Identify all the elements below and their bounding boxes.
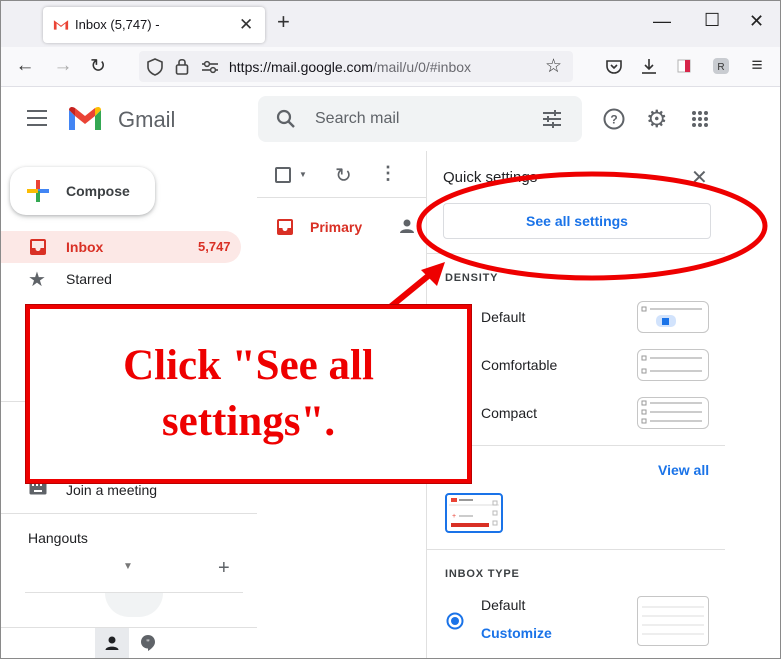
theme-thumbnail[interactable]: + — [445, 493, 503, 533]
panel-divider — [427, 549, 725, 550]
hangouts-heading: Hangouts — [28, 530, 88, 546]
search-options-icon[interactable] — [542, 110, 562, 128]
bookmark-star-icon[interactable]: ☆ — [545, 55, 562, 78]
browser-tab-bar: Inbox (5,747) - ✕ + — ☐ ✕ — [1, 1, 780, 47]
maximize-icon[interactable]: ☐ — [704, 10, 720, 31]
instruction-text: Click "See all settings". — [123, 338, 374, 450]
inbox-type-preview-icon — [642, 606, 704, 635]
sidebar-divider — [1, 627, 257, 628]
customize-link[interactable]: Customize — [481, 625, 552, 641]
search-input[interactable]: Search mail — [315, 110, 399, 128]
density-option-compact[interactable]: Compact — [481, 405, 537, 421]
join-meeting-link[interactable]: Join a meeting — [66, 482, 157, 498]
minimize-icon[interactable]: — — [653, 11, 671, 32]
new-tab-button[interactable]: + — [277, 11, 290, 33]
forward-icon[interactable]: → — [51, 55, 75, 77]
refresh-icon[interactable]: ↻ — [335, 163, 352, 188]
svg-text:+: + — [452, 513, 456, 520]
sidebar-item-label: Inbox — [66, 239, 104, 255]
inbox-type-thumbnail[interactable] — [637, 596, 709, 646]
gmail-logo-icon[interactable] — [67, 105, 103, 132]
sidebar-item-inbox[interactable]: Inbox 5,747 — [1, 231, 241, 263]
svg-text:?: ? — [610, 113, 617, 127]
highlight-ellipse — [416, 171, 768, 281]
density-compact-preview-icon — [641, 400, 702, 424]
instruction-callout: Click "See all settings". — [26, 305, 471, 483]
url-text[interactable]: https://mail.google.com/mail/u/0/#inbox — [229, 59, 471, 75]
hangouts-dropdown-icon[interactable]: ▼ — [123, 561, 133, 572]
svg-text:": " — [146, 638, 150, 647]
density-default-thumbnail[interactable] — [637, 301, 709, 333]
select-dropdown-icon[interactable]: ▼ — [299, 170, 307, 179]
compose-plus-icon — [27, 180, 49, 202]
search-icon[interactable] — [276, 109, 296, 129]
hangouts-icon[interactable]: " — [140, 634, 156, 652]
sidebar-item-starred[interactable]: Starred — [66, 271, 112, 287]
density-option-comfortable[interactable]: Comfortable — [481, 357, 557, 373]
compose-button[interactable]: Compose — [10, 167, 155, 215]
more-options-icon[interactable]: ⋮ — [379, 163, 397, 184]
theme-preview-icon: + — [449, 498, 499, 527]
url-host: https://mail.google.com — [229, 59, 373, 75]
lock-icon[interactable] — [175, 57, 189, 75]
person-icon[interactable] — [104, 635, 120, 651]
panel-divider — [427, 445, 725, 446]
apps-grid-icon[interactable] — [691, 110, 709, 128]
instruction-line: settings". — [161, 398, 336, 445]
density-option-default[interactable]: Default — [481, 309, 525, 325]
compose-label: Compose — [66, 183, 130, 199]
toolbar-divider — [257, 197, 427, 198]
hangouts-avatar-placeholder — [105, 593, 163, 617]
new-conversation-icon[interactable]: + — [218, 557, 230, 580]
star-icon[interactable]: ★ — [28, 267, 46, 292]
inbox-type-heading: INBOX TYPE — [445, 568, 520, 580]
url-bar[interactable]: https://mail.google.com/mail/u/0/#inbox … — [139, 51, 573, 82]
inbox-type-default[interactable]: Default — [481, 597, 525, 613]
svg-text:R: R — [717, 62, 724, 73]
view-all-themes-link[interactable]: View all — [658, 462, 709, 478]
primary-inbox-icon — [277, 219, 293, 235]
downloads-icon[interactable] — [640, 57, 658, 75]
inbox-icon — [30, 239, 46, 255]
settings-gear-icon[interactable]: ⚙ — [646, 105, 668, 134]
search-bar[interactable]: Search mail — [258, 96, 582, 142]
url-path: /mail/u/0/#inbox — [372, 59, 472, 75]
keyboard-icon — [29, 481, 47, 495]
radio-selected-icon[interactable] — [446, 612, 464, 630]
shield-icon[interactable] — [147, 58, 163, 76]
density-default-preview-icon — [641, 306, 702, 327]
back-icon[interactable]: ← — [13, 55, 37, 77]
window-close-icon[interactable]: ✕ — [749, 11, 764, 32]
browser-nav-bar: ← → ↻ https://mail.google.com/mail/u/0/#… — [1, 47, 780, 87]
app-menu-icon[interactable]: ≡ — [745, 55, 769, 77]
density-comfortable-thumbnail[interactable] — [637, 349, 709, 381]
inbox-unread-count: 5,747 — [198, 239, 231, 254]
pocket-icon[interactable] — [605, 59, 623, 75]
instruction-line: Click "See all — [123, 342, 374, 389]
tab-title: Inbox (5,747) - — [75, 17, 160, 32]
main-menu-icon[interactable] — [27, 110, 47, 126]
gmail-wordmark[interactable]: Gmail — [118, 107, 175, 133]
tab-primary[interactable]: Primary — [310, 219, 362, 235]
account-extension-icon[interactable]: R — [712, 57, 730, 75]
extension-icon[interactable] — [677, 59, 691, 73]
density-comfortable-preview-icon — [641, 355, 702, 374]
permissions-icon[interactable] — [201, 60, 219, 74]
gmail-favicon-icon — [53, 20, 69, 30]
reload-icon[interactable]: ↻ — [86, 55, 110, 78]
select-all-checkbox[interactable] — [275, 167, 291, 183]
tab-close-icon[interactable]: ✕ — [239, 15, 253, 35]
support-icon[interactable]: ? — [603, 108, 625, 130]
density-compact-thumbnail[interactable] — [637, 397, 709, 429]
browser-tab[interactable]: Inbox (5,747) - ✕ — [43, 7, 265, 43]
sidebar-divider — [1, 513, 257, 514]
